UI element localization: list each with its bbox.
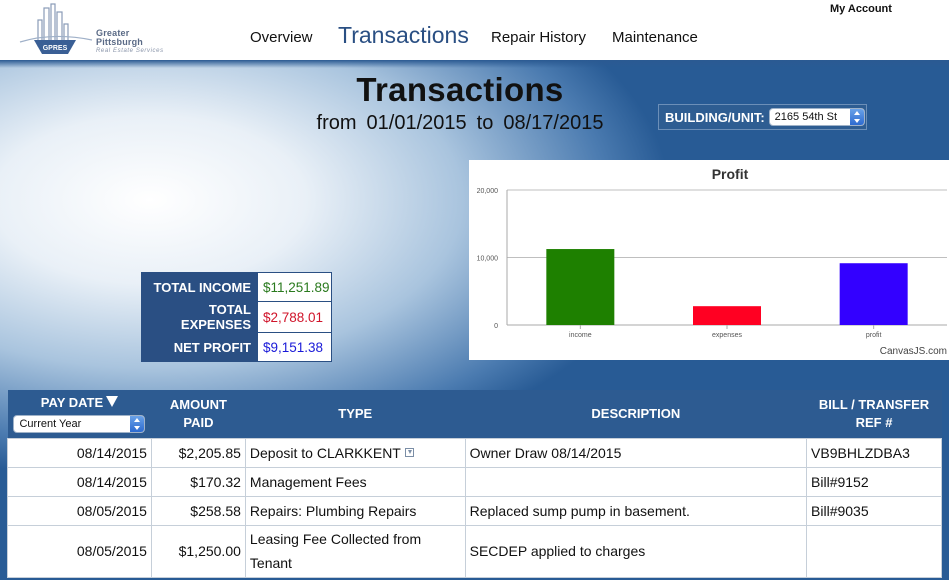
row-ref-link[interactable]: Bill#9152 (806, 466, 942, 497)
sort-desc-icon[interactable] (106, 396, 119, 408)
period-select-value: Current Year (19, 418, 82, 431)
col-pay-date-label[interactable]: PAY DATE (41, 395, 103, 410)
total-income-label: TOTAL INCOME (141, 272, 258, 302)
date-range-from-word: from (316, 112, 357, 134)
building-unit-label: BUILDING/UNIT: (665, 109, 765, 125)
chart-credit-link[interactable]: CanvasJS.com (880, 346, 947, 357)
transactions-table: PAY DATE Current Year AMOUNT PAID TYPE D… (7, 390, 942, 578)
table-header-row: PAY DATE Current Year AMOUNT PAID TYPE D… (7, 390, 942, 438)
page-title: Transactions (356, 71, 564, 108)
col-type: TYPE (245, 390, 466, 438)
chart-title: Profit (712, 166, 749, 182)
chart-ytick-label: 10,000 (477, 256, 499, 263)
chart-bar-expenses (693, 306, 761, 325)
table-row: 08/05/2015 $1,250.00 Leasing Fee Collect… (7, 524, 942, 578)
download-icon[interactable] (404, 447, 414, 457)
logo-company-name: Greater Pittsburgh (96, 28, 143, 47)
row-ref (806, 524, 942, 578)
date-range-to-word: to (476, 112, 494, 134)
summary-table: TOTAL INCOME $11,251.89 TOTAL EXPENSES $… (141, 272, 332, 362)
row-date: 08/05/2015 (7, 495, 152, 526)
chart-xtick-label: expenses (712, 332, 742, 339)
my-account-link[interactable]: My Account (830, 3, 892, 15)
col-amount-paid: AMOUNT PAID (151, 390, 246, 438)
row-description: Owner Draw 08/14/2015 (464, 437, 808, 468)
row-type: Deposit to CLARKKENT (244, 437, 466, 468)
profit-chart-svg: Profit 0 10,000 20,000 income expenses profit (477, 166, 947, 339)
summary-row-expenses: TOTAL EXPENSES $2,788.01 (141, 301, 332, 333)
row-date: 08/14/2015 (7, 466, 152, 497)
net-profit-label: NET PROFIT (141, 332, 258, 362)
net-profit-value: $9,151.38 (257, 332, 332, 362)
row-date: 08/14/2015 (7, 437, 152, 468)
row-date: 08/05/2015 (7, 524, 152, 578)
select-arrows-icon (849, 109, 864, 125)
col-pay-date: PAY DATE Current Year (7, 390, 152, 438)
date-range-end: 08/17/2015 (503, 112, 604, 134)
table-row: 08/14/2015 $2,205.85 Deposit to CLARKKEN… (7, 437, 942, 468)
logo-badge-text: GPRES (43, 45, 68, 52)
nav-transactions[interactable]: Transactions (338, 22, 469, 49)
period-select[interactable]: Current Year (13, 415, 146, 434)
col-description: DESCRIPTION (465, 390, 807, 438)
row-description: SECDEP applied to charges (464, 524, 808, 578)
total-income-value: $11,251.89 (257, 272, 332, 302)
table-row: 08/05/2015 $258.58 Repairs: Plumbing Rep… (7, 495, 942, 526)
row-type: Leasing Fee Collected from Tenant (244, 524, 466, 578)
building-unit-select[interactable]: 2165 54th St (768, 108, 865, 126)
row-description: Replaced sump pump in basement. (464, 495, 808, 526)
building-unit-filter: BUILDING/UNIT: 2165 54th St (658, 104, 867, 130)
row-amount: $258.58 (150, 495, 246, 526)
chart-ytick-label: 0 (494, 323, 498, 330)
total-expenses-value: $2,788.01 (257, 301, 332, 333)
col-bill-transfer-ref: BILL / TRANSFER REF # (806, 390, 942, 438)
row-description (464, 466, 808, 497)
nav-repair-history[interactable]: Repair History (491, 29, 586, 46)
logo-company-sub: Real Estate Services (96, 48, 164, 54)
chart-bar-income (546, 249, 615, 325)
row-type: Repairs: Plumbing Repairs (244, 495, 466, 526)
profit-chart: Profit 0 10,000 20,000 income expenses profit … (469, 160, 949, 360)
row-amount: $170.32 (150, 466, 246, 497)
table-row: 08/14/2015 $170.32 Management Fees Bill#… (7, 466, 942, 497)
select-arrows-icon (130, 416, 145, 433)
row-ref: VB9BHLZDBA3 (806, 437, 942, 468)
chart-xtick-label: income (569, 332, 592, 339)
date-range-start: 01/01/2015 (366, 112, 467, 134)
row-type: Management Fees (244, 466, 466, 497)
summary-row-income: TOTAL INCOME $11,251.89 (141, 272, 332, 302)
date-range: from 01/01/2015 to 08/17/2015 (260, 112, 660, 135)
summary-row-net: NET PROFIT $9,151.38 (141, 332, 332, 362)
row-ref-link[interactable]: Bill#9035 (806, 495, 942, 526)
company-logo[interactable]: GPRES Greater Pittsburgh Real Estate Ser… (18, 2, 168, 60)
app-header: GPRES Greater Pittsburgh Real Estate Ser… (0, 0, 949, 60)
chart-ytick-label: 20,000 (477, 188, 499, 195)
chart-bar-profit (839, 263, 908, 325)
nav-maintenance[interactable]: Maintenance (612, 29, 698, 46)
row-type-text: Deposit to CLARKKENT (249, 444, 401, 461)
nav-overview[interactable]: Overview (250, 29, 313, 46)
row-amount: $2,205.85 (150, 437, 246, 468)
building-unit-value: 2165 54th St (774, 111, 838, 123)
total-expenses-label: TOTAL EXPENSES (141, 301, 258, 333)
row-amount: $1,250.00 (150, 524, 246, 578)
chart-xtick-label: profit (866, 332, 882, 339)
